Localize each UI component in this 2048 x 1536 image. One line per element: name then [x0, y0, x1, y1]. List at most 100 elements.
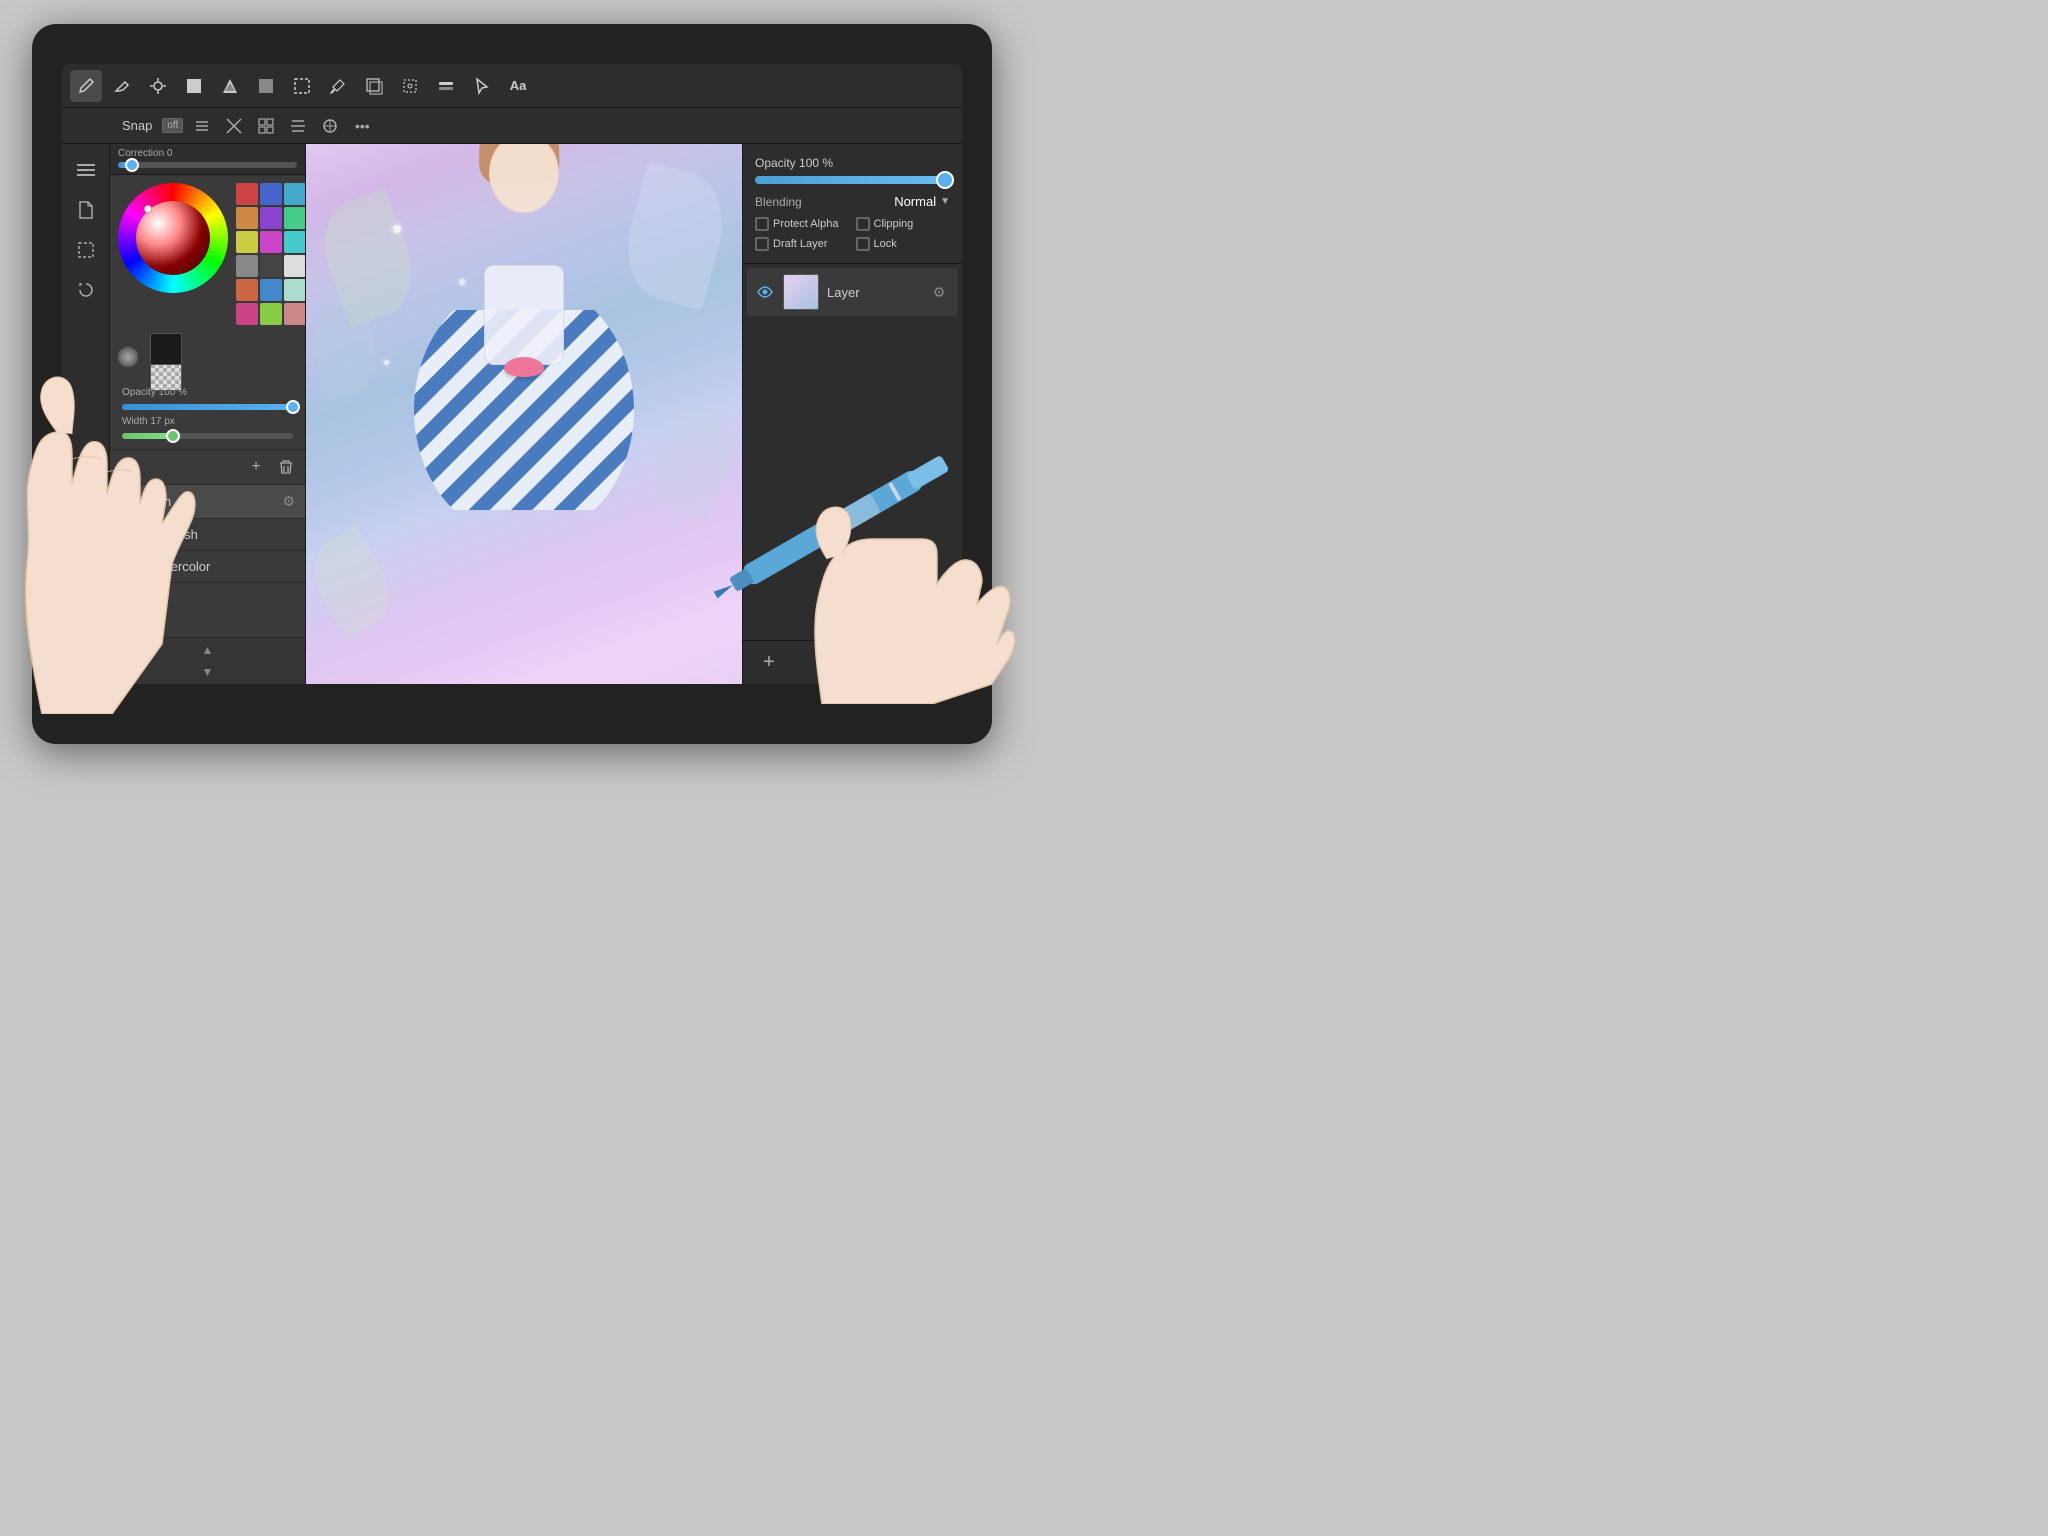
snap-more-btn[interactable]: •••	[349, 113, 375, 139]
swatch-5[interactable]	[284, 207, 306, 229]
brush-item-watercolor[interactable]: 15 Watercolor	[110, 551, 305, 583]
layer-settings-btn[interactable]: ⚙	[928, 281, 950, 303]
brush-list-header: +	[110, 450, 305, 485]
draft-layer-option[interactable]: Draft Layer	[755, 237, 850, 251]
clipping-option[interactable]: Clipping	[856, 217, 951, 231]
main-area: ↩ ↪ Correction 0	[62, 144, 962, 684]
swatch-13[interactable]	[260, 279, 282, 301]
color-wheel-row	[118, 183, 297, 325]
width-slider[interactable]	[122, 433, 293, 439]
snap-circle-btn[interactable]	[317, 113, 343, 139]
swatch-12[interactable]	[236, 279, 258, 301]
select-free-btn[interactable]	[394, 70, 426, 102]
airbrush-name: AirBrush	[148, 527, 295, 542]
swatch-7[interactable]	[260, 231, 282, 253]
color-section: Opacity 100 % Width 17 px	[110, 175, 305, 450]
snap-diagonal-lines-btn[interactable]	[221, 113, 247, 139]
swatch-4[interactable]	[260, 207, 282, 229]
color-wheel[interactable]	[118, 183, 228, 293]
snap-grid-btn[interactable]	[253, 113, 279, 139]
add-brush-btn[interactable]: +	[243, 454, 269, 480]
layer-move-btn[interactable]	[430, 70, 462, 102]
tablet-device: Aa Snap off	[32, 24, 992, 744]
swatch-0[interactable]	[236, 183, 258, 205]
swatch-15[interactable]	[236, 303, 258, 325]
clipping-checkbox[interactable]	[856, 217, 870, 231]
pen-gear[interactable]: ⚙	[282, 493, 295, 510]
pen-tool-btn[interactable]	[70, 70, 102, 102]
lock-checkbox[interactable]	[856, 237, 870, 251]
swatch-14[interactable]	[284, 279, 306, 301]
protect-alpha-checkbox[interactable]	[755, 217, 769, 231]
opacity-width-section: Opacity 100 % Width 17 px	[118, 387, 297, 441]
blending-label: Blending	[755, 195, 802, 209]
blending-value: Normal	[894, 194, 936, 209]
sidebar-undo-btn[interactable]: ↩	[68, 600, 104, 636]
protect-alpha-option[interactable]: Protect Alpha	[755, 217, 850, 231]
sidebar-redo-btn[interactable]: ↪	[68, 640, 104, 676]
correction-slider-track[interactable]	[118, 162, 297, 168]
select-rect-btn[interactable]	[286, 70, 318, 102]
lock-option[interactable]: Lock	[856, 237, 951, 251]
swatch-2[interactable]	[284, 183, 306, 205]
layer-opacity-section: Opacity 100 % Blending Normal ▼	[743, 144, 962, 264]
swatch-1[interactable]	[260, 183, 282, 205]
snap-status-badge[interactable]: off	[162, 118, 183, 133]
fill-rect-btn[interactable]	[178, 70, 210, 102]
blending-row: Blending Normal ▼	[755, 194, 950, 209]
add-layer-btn[interactable]: +	[755, 649, 783, 677]
swatch-16[interactable]	[260, 303, 282, 325]
color-swatches-grid	[236, 183, 306, 325]
swatch-3[interactable]	[236, 207, 258, 229]
layer-visibility-toggle[interactable]	[755, 282, 775, 302]
layer-opacity-slider[interactable]	[755, 176, 950, 184]
dress-top	[484, 265, 564, 365]
head	[489, 144, 559, 213]
color-picker-circle[interactable]	[118, 347, 138, 367]
eraser-tool-btn[interactable]	[106, 70, 138, 102]
swatch-8[interactable]	[284, 231, 306, 253]
correction-section: Correction 0	[110, 144, 305, 175]
draft-layer-checkbox[interactable]	[755, 237, 769, 251]
anime-figure	[384, 144, 664, 684]
opacity-slider[interactable]	[122, 404, 293, 410]
sidebar-layers-btn[interactable]	[68, 560, 104, 596]
layer-item-0[interactable]: Layer ⚙	[747, 268, 958, 316]
text-tool-btn[interactable]: Aa	[502, 70, 534, 102]
cursor-btn[interactable]	[466, 70, 498, 102]
delete-brush-btn[interactable]	[273, 454, 299, 480]
brush-item-airbrush[interactable]: 50 AirBrush	[110, 519, 305, 551]
swatch-11[interactable]	[284, 255, 306, 277]
app-screen: Aa Snap off	[62, 64, 962, 684]
delete-layer-btn[interactable]	[922, 649, 950, 677]
brush-section: + 17 Pen ⚙	[110, 450, 305, 684]
swatch-17[interactable]	[284, 303, 306, 325]
gradient-fill-btn[interactable]	[214, 70, 246, 102]
transform-tool-btn[interactable]	[142, 70, 174, 102]
brush-scroll-down-btn[interactable]: ▼	[196, 662, 220, 682]
sidebar-brush-btn[interactable]	[68, 520, 104, 556]
snap-lines-btn[interactable]	[189, 113, 215, 139]
eyedrop-btn[interactable]	[322, 70, 354, 102]
blending-value-row[interactable]: Normal ▼	[894, 194, 950, 209]
color-fill-btn[interactable]	[250, 70, 282, 102]
brush-scroll-up-btn[interactable]: ▲	[196, 640, 220, 660]
blending-chevron-icon: ▼	[940, 196, 950, 207]
snap-perspective-btn[interactable]	[285, 113, 311, 139]
airbrush-size: 50	[120, 529, 140, 541]
fg-color-box[interactable]	[150, 333, 182, 365]
swatch-6[interactable]	[236, 231, 258, 253]
left-sidebar: ↩ ↪	[62, 144, 110, 684]
brush-item-pen[interactable]: 17 Pen ⚙	[110, 485, 305, 519]
sidebar-select-btn[interactable]	[68, 232, 104, 268]
layer-opacity-label: Opacity 100 %	[755, 156, 950, 170]
swatch-9[interactable]	[236, 255, 258, 277]
sidebar-newfile-btn[interactable]	[68, 192, 104, 228]
sidebar-menu-btn[interactable]	[68, 152, 104, 188]
select-layer-btn[interactable]	[358, 70, 390, 102]
swatch-10[interactable]	[260, 255, 282, 277]
sidebar-rotate-btn[interactable]	[68, 272, 104, 308]
clipping-label: Clipping	[874, 218, 914, 230]
layer-list: Layer ⚙	[743, 264, 962, 640]
canvas-area[interactable]	[306, 144, 742, 684]
